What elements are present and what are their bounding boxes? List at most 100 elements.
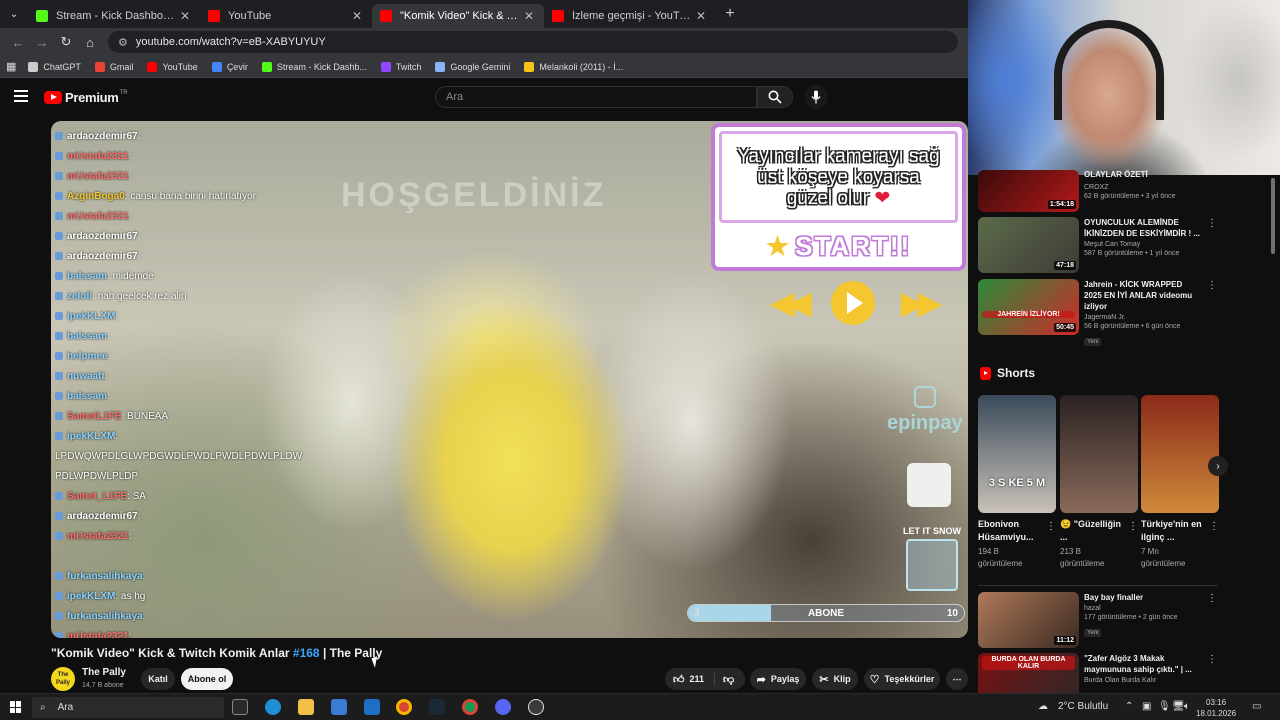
browser-tab[interactable]: Stream - Kick Dashboard ✕ [28, 4, 200, 28]
chat-message: balssam: [55, 387, 351, 407]
hashtag-link[interactable]: #168 [293, 646, 320, 660]
clip-button[interactable]: ✂ Klip [812, 668, 858, 690]
thanks-button[interactable]: ♡ Teşekkürler [864, 668, 940, 690]
bookmark-item[interactable]: Melankoli (2011) - İ... [524, 61, 623, 72]
shorts-next-button[interactable]: › [1208, 456, 1228, 476]
network-icon[interactable]: 🖥︎ [1172, 701, 1185, 712]
tab-search-icon[interactable]: ⌄ [0, 0, 28, 28]
video-channel[interactable]: hazal [1084, 605, 1202, 612]
notifications-icon[interactable]: ▭ [1252, 701, 1261, 712]
browser-tab[interactable]: İzleme geçmişi - YouTube ✕ [544, 4, 716, 28]
forward-icon[interactable]: → [30, 30, 54, 54]
video-channel[interactable]: Burda Olan Burda Kalır [1084, 677, 1202, 684]
short-thumbnail[interactable] [1141, 395, 1219, 513]
windows-start-icon[interactable] [10, 701, 22, 713]
tray-overflow-icon[interactable]: ⌃ [1125, 701, 1133, 712]
edge-icon[interactable] [265, 699, 281, 715]
address-bar[interactable]: ⚙ youtube.com/watch?v=eB-XABYUYUY [108, 31, 958, 53]
menu-icon[interactable] [14, 90, 28, 102]
subscribe-button[interactable]: Abone ol [181, 668, 233, 690]
chrome-profile-icon[interactable] [462, 699, 478, 715]
bookmark-item[interactable]: Çevir [211, 61, 248, 72]
video-player[interactable]: HOŞGELDİNİZ ardaozdemir67: mUstafa2321: mU… [51, 121, 968, 638]
steam-icon[interactable] [429, 699, 445, 715]
tray-app-icon[interactable]: ▣ [1142, 701, 1151, 712]
more-options-icon[interactable]: ⋮ [1209, 522, 1219, 532]
obs-icon[interactable] [528, 699, 544, 715]
channel-avatar[interactable]: The Pally [51, 667, 75, 691]
share-button[interactable]: ➦ Paylaş [750, 668, 806, 690]
short-thumbnail[interactable] [1060, 395, 1138, 513]
bookmark-item[interactable]: Twitch [380, 61, 421, 72]
close-tab-icon[interactable]: ✕ [694, 9, 708, 23]
video-title[interactable]: Jahrein - KİCK WRAPPED 2025 EN İYİ ANLAR… [1084, 279, 1202, 312]
close-tab-icon[interactable]: ✕ [178, 9, 192, 23]
like-count[interactable]: 211 [690, 674, 705, 684]
home-icon[interactable]: ⌂ [78, 30, 102, 54]
apps-icon[interactable]: ▦ [6, 60, 16, 73]
more-options-icon[interactable]: ⋮ [1207, 281, 1217, 291]
chat-message: PDLWPDWLPLDP [55, 467, 351, 487]
taskbar-search[interactable]: ⌕ Ara [32, 697, 224, 718]
bookmark-item[interactable]: YouTube [147, 61, 198, 72]
search-input[interactable]: Ara [435, 86, 757, 108]
store-icon[interactable] [331, 699, 347, 715]
related-video-item[interactable]: 47:18 OYUNCULUK ALEMİNDE İKİNİZDEN DE ESK… [978, 217, 1217, 273]
volume-icon[interactable]: 🔈︎ [1184, 701, 1190, 712]
related-video-item[interactable]: 11:12 Bay bay finaller hazal 177 görüntülem… [978, 592, 1217, 648]
close-tab-icon[interactable]: ✕ [350, 9, 364, 23]
file-explorer-icon[interactable] [298, 699, 314, 715]
like-icon[interactable]: 👍︎ [673, 673, 685, 686]
bookmark-item[interactable]: ChatGPT [28, 61, 81, 72]
more-options-icon[interactable]: ⋮ [1207, 655, 1217, 665]
chrome-icon[interactable] [396, 699, 412, 715]
browser-tab[interactable]: "Komik Video" Kick & Twitch Ko✕ [372, 4, 544, 28]
join-button[interactable]: Katıl [141, 668, 175, 690]
discord-icon[interactable] [495, 699, 511, 715]
weather-text[interactable]: 2°C Bulutlu [1058, 701, 1108, 712]
search-button[interactable] [757, 86, 793, 108]
video-thumbnail[interactable]: 1:54:18 [978, 170, 1079, 212]
video-title[interactable]: Bay bay finaller [1084, 592, 1202, 603]
video-title[interactable]: "Zafer Algöz 3 Makak maymununa sahip çık… [1084, 653, 1202, 675]
clock[interactable]: 03:16 18.01.2026 [1196, 697, 1236, 719]
video-title[interactable]: OYUNCULUK ALEMİNDE İKİNİZDEN DE ESKİYİMD… [1084, 217, 1202, 239]
channel-name[interactable]: The Pally [82, 667, 126, 678]
reload-icon[interactable]: ↻ [54, 30, 78, 54]
related-video-item[interactable]: 1:54:18 CROXZ 62 B görüntüleme • 3 yıl önc… [978, 170, 1213, 212]
related-video-item[interactable]: JAHREİN İZLİYOR! 50:45 Jahrein - KİCK WRAP… [978, 279, 1217, 346]
more-options-icon[interactable]: ⋮ [1128, 522, 1138, 532]
youtube-play-icon [44, 91, 62, 104]
bookmarks-bar: ▦ ChatGPT Gmail YouTube Çevir Stream - Kick … [0, 56, 968, 78]
sidebar-scrollbar[interactable] [1271, 178, 1275, 254]
browser-tab[interactable]: YouTube ✕ [200, 4, 372, 28]
short-thumbnail[interactable]: 3 S KE 5 M [978, 395, 1056, 513]
site-info-icon[interactable]: ⚙ [118, 36, 128, 49]
voice-search-button[interactable] [804, 85, 828, 109]
microphone-tray-icon[interactable]: 🎙︎ [1158, 701, 1171, 712]
bookmark-item[interactable]: Gmail [94, 61, 133, 72]
more-options-icon[interactable]: ⋮ [1207, 594, 1217, 604]
video-thumbnail[interactable]: JAHREİN İZLİYOR! 50:45 [978, 279, 1079, 335]
mail-icon[interactable] [364, 699, 380, 715]
weather-icon[interactable]: ☁ [1038, 701, 1048, 712]
short-title[interactable]: 😉 "Güzelliğin ... [1060, 518, 1130, 544]
back-icon[interactable]: ← [6, 30, 30, 54]
video-thumbnail[interactable]: 47:18 [978, 217, 1079, 273]
more-options-icon[interactable]: ⋮ [1046, 522, 1056, 532]
more-actions-button[interactable]: ⋯ [946, 668, 968, 690]
youtube-logo[interactable]: Premium TR [44, 90, 128, 105]
close-tab-icon[interactable]: ✕ [522, 9, 536, 23]
video-channel[interactable]: JagermaN Jr. [1084, 314, 1202, 321]
task-view-icon[interactable] [232, 699, 248, 715]
new-tab-button[interactable]: + [716, 5, 744, 23]
video-channel[interactable]: CROXZ [1084, 184, 1202, 191]
short-title[interactable]: Ebonivon Hüsamviyu... [978, 518, 1048, 544]
bookmark-item[interactable]: Google Gemini [435, 61, 510, 72]
video-channel[interactable]: Meşut Can Tomay [1084, 241, 1202, 248]
more-options-icon[interactable]: ⋮ [1207, 219, 1217, 229]
short-title[interactable]: Türkiye'nin en ilginç ... [1141, 518, 1211, 544]
dislike-icon[interactable]: 👎︎ [723, 673, 734, 686]
video-thumbnail[interactable]: 11:12 [978, 592, 1079, 648]
bookmark-item[interactable]: Stream - Kick Dashb... [261, 61, 367, 72]
